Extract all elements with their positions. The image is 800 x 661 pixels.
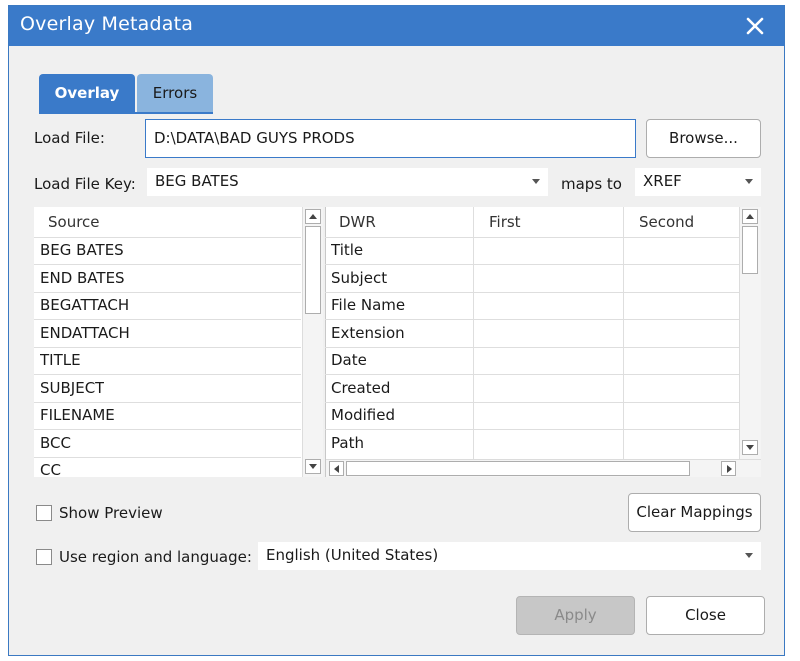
use-region-checkbox[interactable] [36, 549, 52, 565]
list-item[interactable]: BCC [40, 434, 71, 452]
grid-vertical-scrollbar[interactable] [739, 207, 761, 459]
source-list: Source BEG BATES END BATES BEGATTACH END… [34, 207, 323, 479]
use-region-label: Use region and language: [59, 548, 252, 566]
list-item[interactable]: SUBJECT [40, 379, 104, 397]
arrow-down-icon [746, 445, 754, 450]
scroll-down-button[interactable] [305, 459, 321, 474]
list-item[interactable]: CC [40, 461, 61, 479]
scroll-thumb[interactable] [346, 461, 690, 476]
region-language-value: English (United States) [266, 546, 439, 564]
list-item[interactable]: ENDATTACH [40, 324, 130, 342]
maps-to-label: maps to [561, 175, 622, 193]
table-row[interactable]: Subject [331, 269, 387, 287]
tab-underline [39, 112, 213, 114]
mapping-grid: DWR First Second Title Subject File Name… [325, 207, 761, 477]
title-bar: Overlay Metadata [9, 6, 784, 46]
scroll-up-button[interactable] [742, 209, 758, 224]
table-row[interactable]: File Name [331, 296, 405, 314]
arrow-left-icon [334, 465, 339, 473]
source-vertical-scrollbar[interactable] [302, 207, 323, 477]
table-row[interactable]: Path [331, 434, 364, 452]
load-file-label: Load File: [34, 129, 105, 147]
scroll-up-button[interactable] [305, 209, 321, 224]
arrow-down-icon [309, 464, 317, 469]
table-row[interactable]: Created [331, 379, 390, 397]
table-row[interactable]: Title [331, 241, 363, 259]
tab-overlay[interactable]: Overlay [39, 74, 135, 113]
scroll-thumb[interactable] [305, 226, 321, 314]
dialog-title: Overlay Metadata [20, 13, 194, 35]
tab-errors[interactable]: Errors [137, 74, 213, 113]
arrow-up-icon [309, 214, 317, 219]
list-item[interactable]: BEGATTACH [40, 296, 129, 314]
load-file-key-label: Load File Key: [34, 175, 136, 193]
close-button[interactable]: Close [646, 596, 765, 635]
scroll-right-button[interactable] [721, 461, 736, 476]
table-row[interactable]: Modified [331, 406, 395, 424]
chevron-down-icon [745, 179, 753, 184]
load-file-key-value: BEG BATES [155, 172, 239, 190]
scroll-left-button[interactable] [329, 461, 344, 476]
maps-to-value: XREF [643, 172, 682, 190]
column-header-first: First [489, 213, 521, 231]
scroll-thumb[interactable] [742, 226, 758, 274]
show-preview-checkbox[interactable] [36, 505, 52, 521]
maps-to-select[interactable]: XREF [635, 168, 761, 196]
column-header-second: Second [639, 213, 695, 231]
column-header-dwr: DWR [339, 213, 376, 231]
browse-button[interactable]: Browse... [646, 119, 761, 158]
list-item[interactable]: BEG BATES [40, 241, 124, 259]
grid-horizontal-scrollbar[interactable] [326, 459, 761, 477]
table-row[interactable]: Extension [331, 324, 405, 342]
region-language-select[interactable]: English (United States) [258, 542, 761, 570]
clear-mappings-button[interactable]: Clear Mappings [628, 493, 761, 532]
table-row[interactable]: Date [331, 351, 367, 369]
close-icon[interactable] [744, 15, 766, 37]
show-preview-label: Show Preview [59, 504, 163, 522]
chevron-down-icon [532, 179, 540, 184]
source-header: Source [48, 213, 100, 231]
apply-button[interactable]: Apply [516, 596, 635, 635]
list-item[interactable]: TITLE [40, 351, 81, 369]
overlay-metadata-dialog: Overlay Metadata Overlay Errors Load Fil… [8, 5, 785, 656]
load-file-input[interactable]: D:\DATA\BAD GUYS PRODS [145, 119, 636, 158]
list-item[interactable]: END BATES [40, 269, 125, 287]
scroll-down-button[interactable] [742, 440, 758, 455]
arrow-up-icon [746, 214, 754, 219]
list-item[interactable]: FILENAME [40, 406, 115, 424]
chevron-down-icon [745, 553, 753, 558]
arrow-right-icon [727, 465, 732, 473]
load-file-key-select[interactable]: BEG BATES [147, 168, 548, 196]
